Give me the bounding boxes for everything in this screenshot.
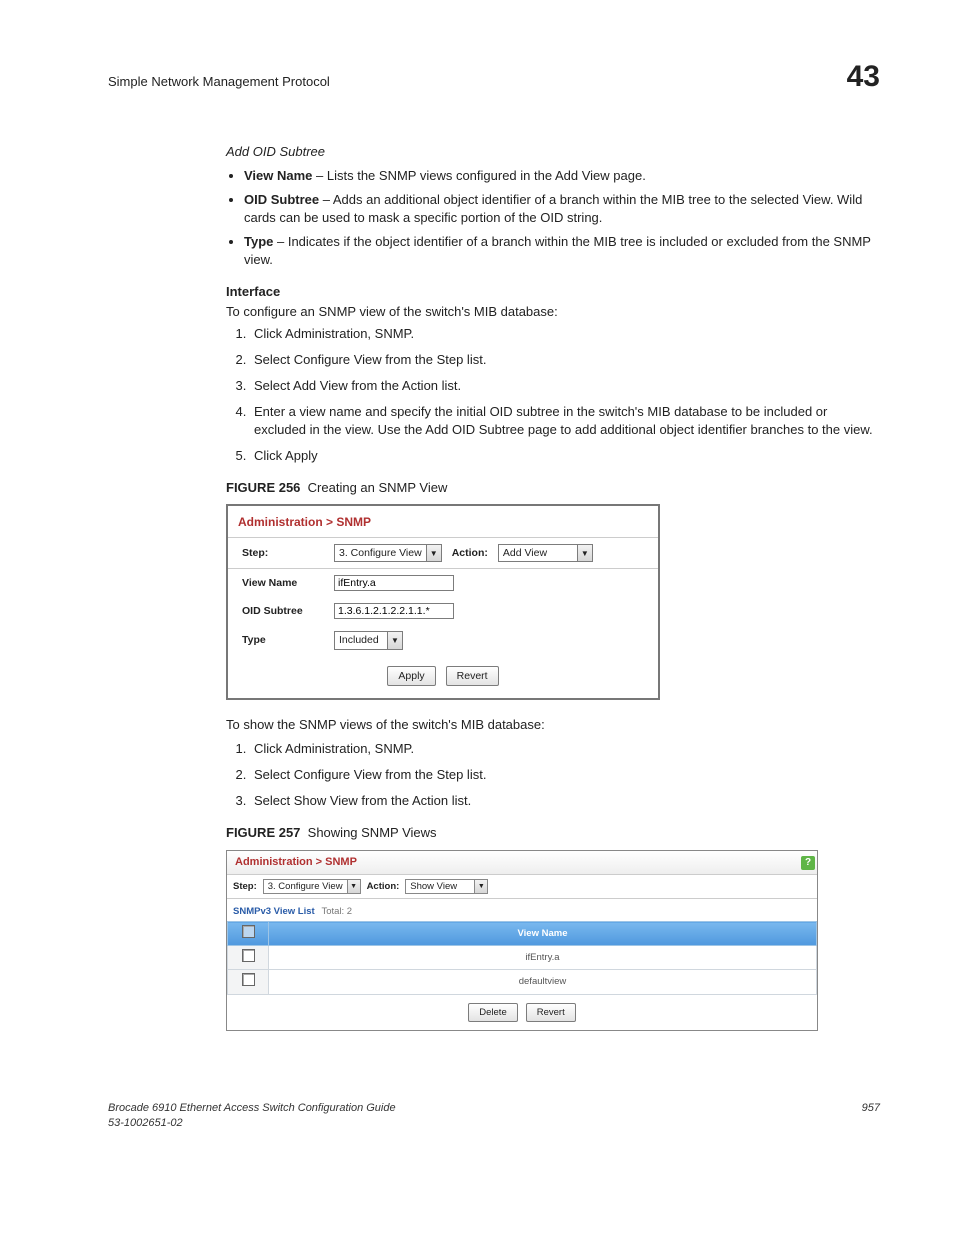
footer-doc-title: Brocade 6910 Ethernet Access Switch Conf… [108, 1101, 396, 1116]
chapter-number: 43 [847, 56, 880, 97]
interface-intro: To configure an SNMP view of the switch'… [226, 303, 876, 321]
step-2: Select Configure View from the Step list… [250, 351, 876, 369]
param-bullets: View Name – Lists the SNMP views configu… [226, 167, 876, 269]
breadcrumb: Administration > SNMP [227, 851, 365, 874]
interface-heading: Interface [226, 283, 876, 301]
table-row: defaultview [228, 970, 817, 994]
step-label: Step: [242, 546, 324, 560]
cell-view-name: ifEntry.a [269, 946, 817, 970]
oid-subtree-label: OID Subtree [242, 604, 324, 618]
figure-256-panel: Administration > SNMP Step: 3. Configure… [226, 504, 660, 700]
type-label: Type [242, 633, 324, 647]
section-add-oid: Add OID Subtree [226, 143, 876, 161]
figure-257-title: Showing SNMP Views [308, 825, 437, 840]
chevron-down-icon: ▼ [387, 631, 403, 649]
row-checkbox[interactable] [242, 949, 255, 962]
delete-button[interactable]: Delete [468, 1003, 517, 1022]
table-row: ifEntry.a [228, 946, 817, 970]
list-title: SNMPv3 View List [233, 906, 315, 917]
bullet-view-name: View Name – Lists the SNMP views configu… [244, 167, 876, 185]
step-3: Select Add View from the Action list. [250, 377, 876, 395]
page-number: 957 [862, 1101, 880, 1131]
show-intro: To show the SNMP views of the switch's M… [226, 716, 876, 734]
footer-doc-id: 53-1002651-02 [108, 1116, 396, 1131]
action-select[interactable]: Add View ▼ [498, 544, 593, 562]
type-select[interactable]: Included ▼ [334, 631, 403, 649]
figure-257-label: FIGURE 257 [226, 825, 300, 840]
revert-button[interactable]: Revert [526, 1003, 576, 1022]
bullet-oid-subtree: OID Subtree – Adds an additional object … [244, 191, 876, 227]
step-5: Click Apply [250, 447, 876, 465]
chevron-down-icon: ▼ [426, 544, 442, 562]
chevron-down-icon: ▼ [347, 879, 361, 894]
step-1: Click Administration, SNMP. [250, 740, 876, 758]
action-label: Action: [367, 880, 400, 893]
figure-256-title: Creating an SNMP View [308, 480, 448, 495]
step-label: Step: [233, 880, 257, 893]
step-1: Click Administration, SNMP. [250, 325, 876, 343]
running-header: Simple Network Management Protocol [108, 73, 330, 91]
chevron-down-icon: ▼ [577, 544, 593, 562]
step-4: Enter a view name and specify the initia… [250, 403, 876, 439]
revert-button[interactable]: Revert [446, 666, 499, 686]
view-table: View Name ifEntry.a defaultview [227, 921, 817, 994]
col-view-name: View Name [269, 922, 817, 946]
step-select[interactable]: 3. Configure View ▼ [334, 544, 442, 562]
view-name-input[interactable] [334, 575, 454, 591]
view-name-label: View Name [242, 576, 324, 590]
help-icon[interactable]: ? [801, 856, 815, 870]
bullet-type: Type – Indicates if the object identifie… [244, 233, 876, 269]
select-all-checkbox[interactable] [242, 925, 255, 938]
breadcrumb: Administration > SNMP [228, 506, 658, 537]
list-total: Total: 2 [317, 906, 352, 917]
steps-show: Click Administration, SNMP. Select Confi… [226, 740, 876, 810]
figure-257-panel: Administration > SNMP ? Step: 3. Configu… [226, 850, 818, 1031]
chevron-down-icon: ▼ [474, 879, 488, 894]
step-3: Select Show View from the Action list. [250, 792, 876, 810]
oid-subtree-input[interactable] [334, 603, 454, 619]
apply-button[interactable]: Apply [387, 666, 435, 686]
cell-view-name: defaultview [269, 970, 817, 994]
action-select[interactable]: Show View ▼ [405, 879, 488, 894]
steps-create: Click Administration, SNMP. Select Confi… [226, 325, 876, 465]
step-select[interactable]: 3. Configure View ▼ [263, 879, 361, 894]
step-2: Select Configure View from the Step list… [250, 766, 876, 784]
figure-256-label: FIGURE 256 [226, 480, 300, 495]
row-checkbox[interactable] [242, 973, 255, 986]
action-label: Action: [452, 546, 488, 560]
